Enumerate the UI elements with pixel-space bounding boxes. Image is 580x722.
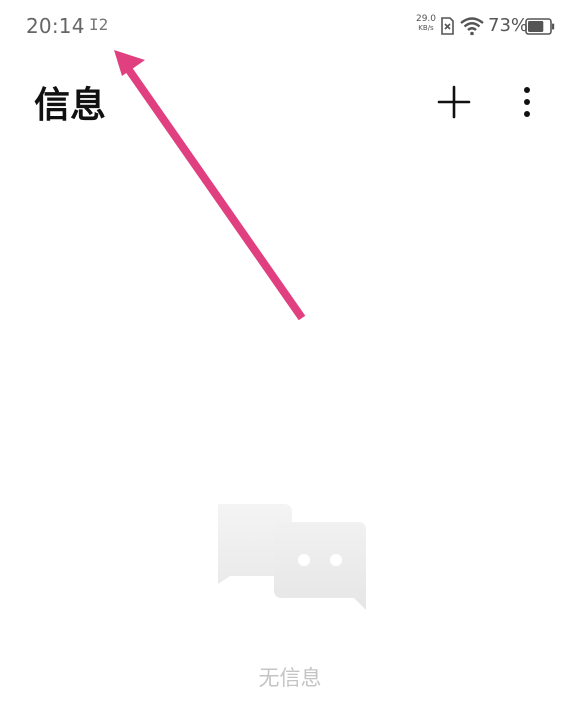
chat-bubbles-icon — [218, 504, 366, 610]
notification-icon: I2 — [89, 15, 109, 34]
empty-state-label: 无信息 — [258, 666, 322, 690]
network-speed-unit: KB/s — [418, 24, 434, 32]
wifi-icon — [460, 17, 484, 36]
more-options-button[interactable] — [514, 84, 540, 120]
status-time: 20:14 — [26, 14, 85, 38]
network-speed: 29.0 KB/s — [413, 15, 439, 33]
network-speed-value: 29.0 — [415, 14, 437, 24]
battery-icon — [525, 18, 555, 35]
more-vertical-icon — [524, 87, 530, 117]
plus-icon — [437, 85, 471, 119]
page-title: 信息 — [34, 85, 107, 126]
battery-percent: 73% — [488, 15, 529, 36]
add-button[interactable] — [436, 84, 472, 120]
sim-x-icon — [441, 17, 454, 35]
status-bar: 20:14 I2 29.0 KB/s 73% — [0, 0, 580, 58]
